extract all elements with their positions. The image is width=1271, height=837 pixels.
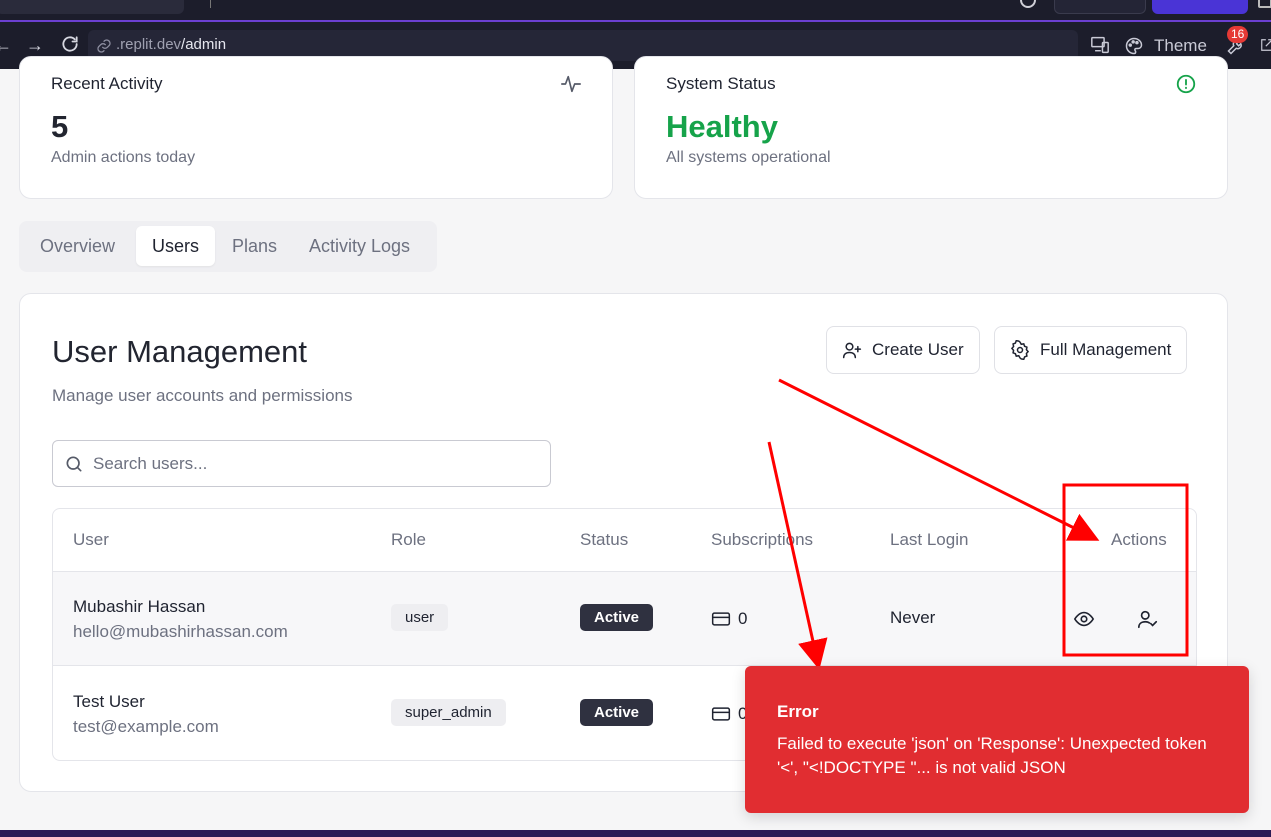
toast-message: Failed to execute 'json' on 'Response': … bbox=[777, 734, 1207, 777]
theme-label[interactable]: Theme bbox=[1154, 36, 1207, 56]
system-status-sub: All systems operational bbox=[666, 149, 831, 166]
external-link-icon[interactable] bbox=[1260, 38, 1271, 52]
col-last-login: Last Login bbox=[890, 530, 969, 549]
col-subscriptions: Subscriptions bbox=[711, 530, 814, 549]
full-management-label: Full Management bbox=[1040, 340, 1172, 359]
recent-activity-value: 5 bbox=[51, 109, 69, 144]
browser-top-strip bbox=[0, 0, 1271, 22]
recent-activity-sub: Admin actions today bbox=[51, 149, 196, 166]
window-icon[interactable] bbox=[1258, 0, 1271, 8]
error-toast[interactable]: Error Failed to execute 'json' on 'Respo… bbox=[745, 666, 1249, 813]
page-description: Manage user accounts and permissions bbox=[52, 386, 353, 405]
search-icon[interactable] bbox=[1020, 0, 1036, 8]
col-actions: Actions bbox=[1111, 530, 1167, 549]
subscriptions-count: 0 bbox=[711, 704, 747, 724]
preview-tab[interactable] bbox=[0, 0, 184, 14]
search-icon bbox=[66, 456, 82, 472]
search-input[interactable] bbox=[93, 451, 533, 477]
user-name: Mubashir Hassan bbox=[73, 597, 206, 616]
link-icon bbox=[97, 39, 111, 53]
table-row: Mubashir Hassan hello@mubashirhassan.com… bbox=[53, 572, 1196, 666]
page-title: User Management bbox=[52, 334, 308, 369]
user-email: test@example.com bbox=[73, 717, 219, 736]
forward-icon[interactable]: → bbox=[26, 34, 44, 56]
credit-card-icon bbox=[711, 707, 731, 721]
tab-overview[interactable]: Overview bbox=[24, 226, 131, 266]
palette-icon[interactable] bbox=[1124, 36, 1144, 56]
user-name: Test User bbox=[73, 692, 145, 711]
system-status-label: System Status bbox=[666, 74, 776, 93]
toast-title: Error bbox=[777, 702, 819, 721]
recent-activity-label: Recent Activity bbox=[51, 74, 163, 93]
gear-icon bbox=[1010, 340, 1030, 360]
create-user-button[interactable]: Create User bbox=[826, 326, 980, 374]
user-check-icon[interactable] bbox=[1137, 608, 1159, 630]
status-check-icon bbox=[1176, 74, 1196, 94]
devices-icon[interactable] bbox=[1090, 36, 1110, 54]
system-status-card: System Status Healthy All systems operat… bbox=[634, 56, 1228, 199]
publish-button[interactable] bbox=[1152, 0, 1248, 14]
activity-icon bbox=[561, 75, 581, 93]
credit-card-icon bbox=[711, 612, 731, 626]
bottom-bar bbox=[0, 830, 1271, 837]
address-text: .replit.dev/admin bbox=[116, 36, 227, 53]
back-icon[interactable]: ← bbox=[0, 34, 12, 56]
access-button[interactable] bbox=[1054, 0, 1146, 14]
role-badge: user bbox=[391, 604, 449, 631]
last-login: Never bbox=[890, 608, 936, 627]
tab-separator bbox=[210, 0, 211, 8]
admin-tabs: Overview Users Plans Activity Logs bbox=[19, 221, 437, 272]
status-badge: Active bbox=[580, 699, 654, 726]
status-badge: Active bbox=[580, 604, 654, 631]
search-box bbox=[52, 440, 551, 487]
eye-icon[interactable] bbox=[1073, 608, 1095, 630]
notification-badge: 16 bbox=[1227, 26, 1249, 43]
create-user-label: Create User bbox=[872, 340, 964, 359]
role-badge: super_admin bbox=[391, 699, 506, 726]
tab-activity-logs[interactable]: Activity Logs bbox=[293, 226, 426, 266]
col-role: Role bbox=[391, 530, 426, 549]
tab-plans[interactable]: Plans bbox=[216, 226, 293, 266]
table-header: User Role Status Subscriptions Last Logi… bbox=[53, 509, 1196, 572]
user-plus-icon bbox=[842, 342, 862, 359]
recent-activity-card: Recent Activity 5 Admin actions today bbox=[19, 56, 613, 199]
system-status-value: Healthy bbox=[666, 109, 778, 144]
col-status: Status bbox=[580, 530, 629, 549]
tab-users[interactable]: Users bbox=[136, 226, 216, 266]
subscriptions-count: 0 bbox=[711, 609, 747, 629]
full-management-button[interactable]: Full Management bbox=[994, 326, 1188, 374]
col-user: User bbox=[73, 530, 109, 549]
user-email: hello@mubashirhassan.com bbox=[73, 622, 288, 641]
